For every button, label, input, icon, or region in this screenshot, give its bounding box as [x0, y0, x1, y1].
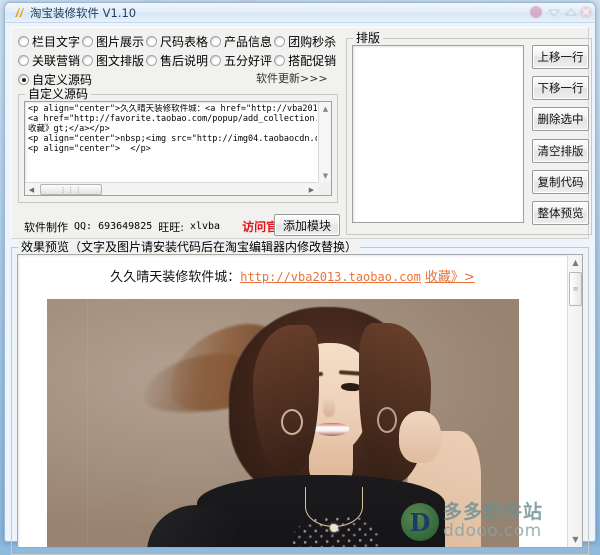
title-bar[interactable]: 淘宝装修软件 V1.10: [5, 3, 595, 23]
radio-row-1: 栏目文字 图片展示 尺码表格 产品信息: [18, 32, 338, 51]
scroll-up-icon[interactable]: ▲: [319, 102, 332, 115]
radio-dot-icon: [82, 36, 93, 47]
app-logo-icon: [12, 6, 26, 20]
headline-prefix: 久久晴天装修软件城：: [110, 270, 240, 285]
scrollbar-thumb[interactable]: ⋮⋮⋮: [40, 184, 102, 195]
headline-url-link[interactable]: http://vba2013.taobao.com: [240, 270, 421, 284]
software-update-link[interactable]: 软件更新>>>: [256, 70, 328, 86]
radio-label: 五分好评: [224, 52, 272, 69]
radio-dot-icon: [274, 55, 285, 66]
layout-listbox[interactable]: [352, 45, 524, 223]
scrollbar-thumb[interactable]: ≡: [569, 272, 582, 306]
preview-model-image: [47, 299, 519, 547]
radio-dot-icon: [210, 36, 221, 47]
close-button[interactable]: [579, 6, 593, 19]
radio-imagedisplay[interactable]: 图片展示: [82, 33, 144, 50]
model-nose: [323, 397, 335, 417]
scroll-right-icon[interactable]: ▶: [305, 183, 318, 196]
clear-layout-button[interactable]: 清空排版: [532, 139, 589, 163]
radio-row-2: 关联营销 图文排版 售后说明 五分好评: [18, 51, 338, 70]
necklace-icon: [305, 487, 363, 527]
application-window: 淘宝装修软件 V1.10 栏目文字: [4, 2, 596, 542]
radio-aftersales[interactable]: 售后说明: [146, 52, 208, 69]
custom-source-title: 自定义源码: [25, 88, 91, 100]
radio-label: 售后说明: [160, 52, 208, 69]
radio-dot-icon: [82, 55, 93, 66]
client-area: 栏目文字 图片展示 尺码表格 产品信息: [5, 23, 595, 541]
radio-label: 产品信息: [224, 33, 272, 50]
chevron-down-icon[interactable]: [547, 6, 561, 19]
radio-dot-icon: [18, 74, 29, 85]
wangwang-label: 旺旺:: [158, 219, 184, 235]
radio-label: 图文排版: [96, 52, 144, 69]
preview-title: 效果预览（文字及图片请安装代码后在淘宝编辑器内修改替换）: [18, 241, 360, 253]
move-up-button[interactable]: 上移一行: [532, 45, 589, 69]
radio-relatedmarketing[interactable]: 关联营销: [18, 52, 80, 69]
favorite-link[interactable]: 收藏》>: [425, 270, 475, 285]
made-by-label: 软件制作: [24, 219, 68, 235]
radio-bundlepromo[interactable]: 搭配促销: [274, 52, 336, 69]
preview-content: 久久晴天装修软件城：http://vba2013.taobao.com 收藏》>: [18, 255, 567, 547]
radio-dot-icon: [18, 55, 29, 66]
credits-bar: 软件制作 QQ: 693649825 旺旺: xlvba 访问官方网: [24, 218, 302, 235]
earring-icon: [281, 409, 303, 435]
top-panel: 栏目文字 图片展示 尺码表格 产品信息: [11, 27, 589, 239]
preview-groupbox: 效果预览（文字及图片请安装代码后在淘宝编辑器内修改替换） 久久晴天装修软件城：h…: [11, 241, 589, 555]
radio-label: 关联营销: [32, 52, 80, 69]
radio-productinfo[interactable]: 产品信息: [210, 33, 272, 50]
layout-groupbox: 排版 上移一行 下移一行 删除选中 清空排版 复制代码 整体预览: [346, 32, 592, 235]
custom-source-groupbox: 自定义源码 <p align="center">久久晴天装修软件城：<a hre…: [18, 88, 338, 203]
radio-sizetable[interactable]: 尺码表格: [146, 33, 208, 50]
radio-groupbuy[interactable]: 团购秒杀: [274, 33, 336, 50]
source-code-text: <p align="center">久久晴天装修软件城：<a href="htt…: [28, 104, 317, 154]
photo-wall-seam: [87, 299, 88, 547]
radio-label: 图片展示: [96, 33, 144, 50]
earring-icon: [377, 407, 397, 433]
radio-textimagelayout[interactable]: 图文排版: [82, 52, 144, 69]
move-down-button[interactable]: 下移一行: [532, 76, 589, 100]
radio-label: 尺码表格: [160, 33, 208, 50]
radio-dot-icon: [274, 36, 285, 47]
minimize-button[interactable]: [529, 6, 543, 19]
copy-code-button[interactable]: 复制代码: [532, 170, 589, 194]
wangwang-value: xlvba: [190, 221, 220, 232]
radio-dot-icon: [210, 55, 221, 66]
radio-dot-icon: [18, 36, 29, 47]
qq-label: QQ:: [74, 221, 92, 232]
preview-pane[interactable]: 久久晴天装修软件城：http://vba2013.taobao.com 收藏》>: [17, 254, 583, 548]
radio-columntext[interactable]: 栏目文字: [18, 33, 80, 50]
add-module-button[interactable]: 添加模块: [274, 214, 340, 236]
maximize-button[interactable]: [564, 6, 578, 19]
model-mouth: [315, 423, 349, 436]
radio-dot-icon: [146, 36, 157, 47]
source-vertical-scrollbar[interactable]: ▲ ▼: [318, 102, 331, 182]
scroll-left-icon[interactable]: ◀: [25, 183, 38, 196]
full-preview-button[interactable]: 整体预览: [532, 201, 589, 225]
qq-value: 693649825: [98, 221, 152, 232]
window-title: 淘宝装修软件 V1.10: [30, 5, 136, 21]
layout-title: 排版: [353, 32, 383, 44]
radio-label: 栏目文字: [32, 33, 80, 50]
radio-label: 搭配促销: [288, 52, 336, 69]
necklace-pendant: [330, 524, 338, 532]
radio-fivestarreview[interactable]: 五分好评: [210, 52, 272, 69]
model-hand: [399, 411, 441, 463]
scroll-down-icon[interactable]: ▼: [319, 169, 332, 182]
radio-customsource[interactable]: 自定义源码: [18, 71, 92, 88]
radio-label: 团购秒杀: [288, 33, 336, 50]
radio-label: 自定义源码: [32, 71, 92, 88]
source-code-textarea[interactable]: <p align="center">久久晴天装修软件城：<a href="htt…: [24, 101, 332, 196]
scroll-up-icon[interactable]: ▲: [568, 255, 583, 270]
preview-vertical-scrollbar[interactable]: ▲ ≡ ▼: [567, 255, 582, 547]
radio-dot-icon: [146, 55, 157, 66]
preview-headline: 久久晴天装修软件城：http://vba2013.taobao.com 收藏》>: [18, 266, 567, 285]
scrollbar-corner: [318, 182, 331, 195]
layout-button-column: 上移一行 下移一行 删除选中 清空排版 复制代码 整体预览: [532, 45, 589, 225]
delete-selected-button[interactable]: 删除选中: [532, 107, 589, 131]
source-horizontal-scrollbar[interactable]: ◀ ⋮⋮⋮ ▶: [25, 182, 318, 195]
